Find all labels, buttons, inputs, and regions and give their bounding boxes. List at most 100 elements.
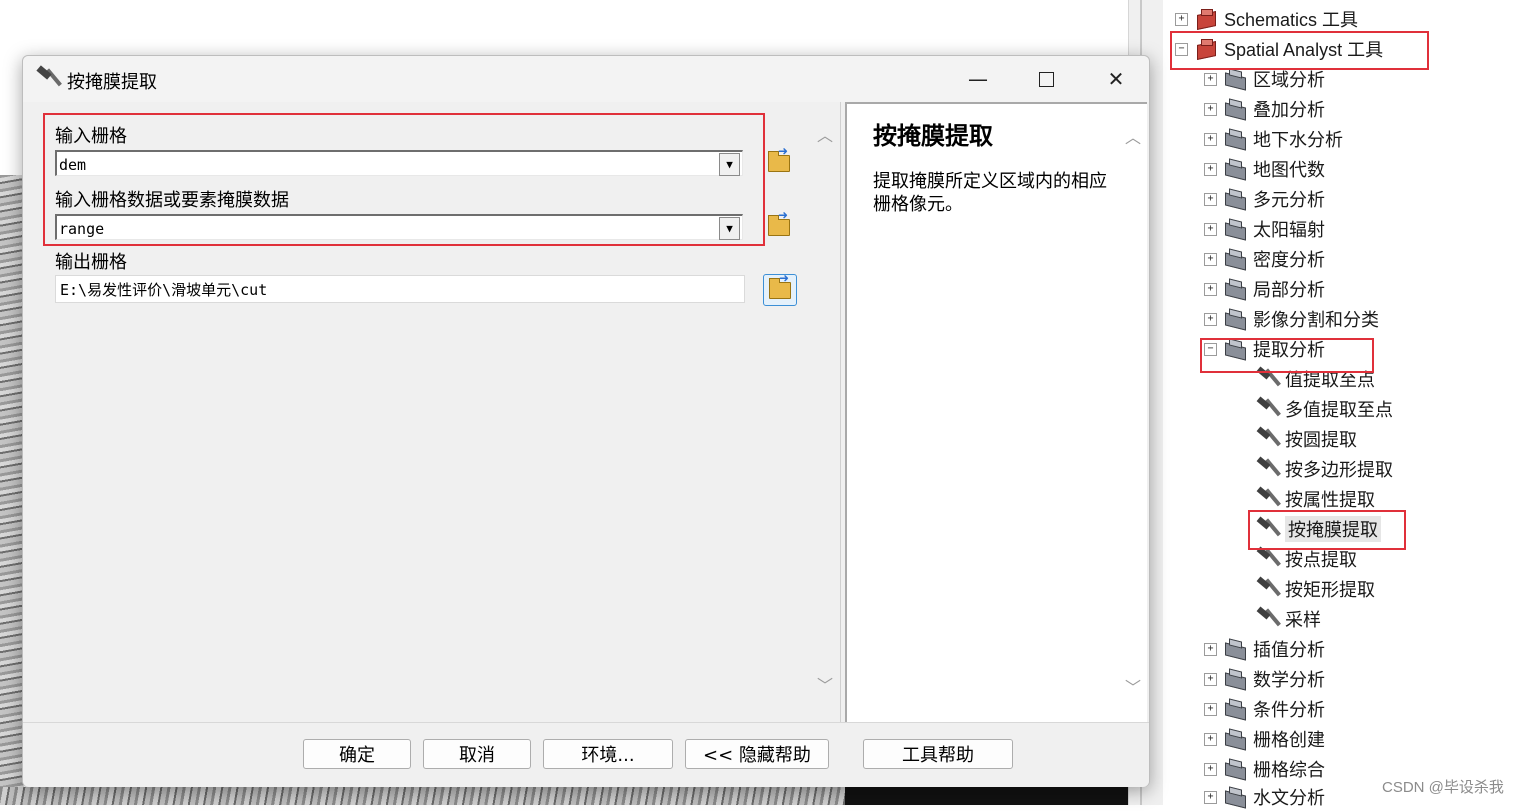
tree-tool[interactable]: 按多边形提取 <box>1255 454 1393 484</box>
folder-icon <box>769 271 791 299</box>
tree-item-label: 按属性提取 <box>1285 490 1375 511</box>
folder-icon <box>768 144 790 172</box>
tree-item-label: 叠加分析 <box>1253 100 1325 121</box>
toolset-icon <box>1223 729 1247 749</box>
tree-toolset[interactable]: + 叠加分析 <box>1204 94 1325 124</box>
tree-item-label: 数学分析 <box>1253 670 1325 691</box>
hammer-icon <box>1255 398 1279 420</box>
toolset-icon <box>1223 129 1247 149</box>
toolset-icon <box>1223 787 1247 807</box>
minimize-button[interactable]: — <box>943 56 1013 102</box>
toolset-icon <box>1223 69 1247 89</box>
tree-item-label: 按矩形提取 <box>1285 580 1375 601</box>
tree-item-label: 局部分析 <box>1253 280 1325 301</box>
toolset-icon <box>1223 99 1247 119</box>
tree-toolset[interactable]: + 插值分析 <box>1204 634 1325 664</box>
tree-toolset[interactable]: + 局部分析 <box>1204 274 1325 304</box>
map-background <box>0 175 24 805</box>
title-bar[interactable]: 按掩膜提取 — ✕ <box>23 56 1149 102</box>
toolset-icon <box>1223 219 1247 239</box>
hide-help-button[interactable]: << 隐藏帮助 <box>685 739 829 769</box>
expand-icon[interactable]: + <box>1204 192 1217 206</box>
tree-toolset[interactable]: + 地下水分析 <box>1204 124 1343 154</box>
arctoolbox-tree: + Schematics 工具 − Spatial Analyst 工具 + 区域… <box>1163 0 1535 809</box>
tree-item-label: 插值分析 <box>1253 640 1325 661</box>
tree-toolset[interactable]: + 多元分析 <box>1204 184 1325 214</box>
help-text: 提取掩膜所定义区域内的相应栅格像元。 <box>873 171 1107 215</box>
annotation-box-extract-by-mask <box>1248 510 1406 550</box>
hammer-icon <box>1255 428 1279 450</box>
tree-toolset[interactable]: + 栅格创建 <box>1204 724 1325 754</box>
tree-tool[interactable]: 多值提取至点 <box>1255 394 1393 424</box>
expand-icon[interactable]: + <box>1204 282 1217 296</box>
expand-icon[interactable]: + <box>1204 790 1217 804</box>
tree-item-label: 采样 <box>1285 610 1321 631</box>
expand-icon[interactable]: + <box>1204 102 1217 116</box>
tree-item-label: Schematics 工具 <box>1224 10 1359 30</box>
help-scroll-up-icon[interactable]: ︿ <box>1125 124 1141 148</box>
maximize-button[interactable] <box>1011 56 1081 102</box>
hammer-icon <box>1255 578 1279 600</box>
expand-icon[interactable]: + <box>1204 312 1217 326</box>
cancel-button[interactable]: 取消 <box>423 739 531 769</box>
ok-button[interactable]: 确定 <box>303 739 411 769</box>
tree-toolset[interactable]: + 密度分析 <box>1204 244 1325 274</box>
toolset-icon <box>1223 279 1247 299</box>
tree-toolset[interactable]: + 太阳辐射 <box>1204 214 1325 244</box>
map-background-bottom <box>0 787 845 805</box>
tree-tool[interactable]: 采样 <box>1255 604 1321 634</box>
expand-icon[interactable]: + <box>1204 222 1217 236</box>
tree-item-label: 地图代数 <box>1253 160 1325 181</box>
tool-dialog: 按掩膜提取 — ✕ 输入栅格 dem ▼ 输入栅格数据或要素掩膜数据 range… <box>22 55 1150 787</box>
browse-output-raster-button[interactable] <box>763 271 797 306</box>
expand-icon[interactable]: + <box>1204 732 1217 746</box>
toolset-icon <box>1223 159 1247 179</box>
expand-icon[interactable]: + <box>1204 132 1217 146</box>
scroll-up-icon[interactable]: ︿ <box>817 122 833 146</box>
tree-tool[interactable]: 按矩形提取 <box>1255 574 1375 604</box>
toolset-icon <box>1223 699 1247 719</box>
output-raster-input[interactable]: E:\易发性评价\滑坡单元\cut <box>55 275 745 303</box>
tree-item-label: 水文分析 <box>1253 788 1325 809</box>
expand-icon[interactable]: + <box>1175 12 1188 26</box>
tree-item-label: 影像分割和分类 <box>1253 310 1379 331</box>
close-button[interactable]: ✕ <box>1081 56 1151 102</box>
expand-icon[interactable]: + <box>1204 162 1217 176</box>
environments-button[interactable]: 环境... <box>543 739 673 769</box>
dialog-title: 按掩膜提取 <box>67 72 157 93</box>
toolset-icon <box>1223 189 1247 209</box>
tree-toolset[interactable]: + 数学分析 <box>1204 664 1325 694</box>
tree-toolset[interactable]: + 栅格综合 <box>1204 754 1325 784</box>
expand-icon[interactable]: + <box>1204 702 1217 716</box>
tree-toolset[interactable]: + 影像分割和分类 <box>1204 304 1379 334</box>
expand-icon[interactable]: + <box>1204 72 1217 86</box>
tree-toolset[interactable]: + 地图代数 <box>1204 154 1325 184</box>
expand-icon[interactable]: + <box>1204 642 1217 656</box>
tree-item-label: 栅格综合 <box>1253 760 1325 781</box>
hammer-icon <box>1255 488 1279 510</box>
toolset-icon <box>1223 639 1247 659</box>
expand-icon[interactable]: + <box>1204 252 1217 266</box>
tree-tool[interactable]: 按圆提取 <box>1255 424 1357 454</box>
tree-toolset[interactable]: + 水文分析 <box>1204 782 1325 812</box>
expand-icon[interactable]: + <box>1204 672 1217 686</box>
tree-toolset[interactable]: + 条件分析 <box>1204 694 1325 724</box>
tree-item-label: 地下水分析 <box>1253 130 1343 151</box>
help-scroll-down-icon[interactable]: ﹀ <box>1125 674 1141 698</box>
annotation-box-extraction <box>1200 338 1374 373</box>
hammer-icon <box>1255 608 1279 630</box>
toolset-icon <box>1223 759 1247 779</box>
tree-item-schematics[interactable]: + Schematics 工具 <box>1175 4 1358 34</box>
toolbox-icon <box>1194 9 1218 29</box>
maximize-icon <box>1038 71 1054 87</box>
tree-item-label: 按圆提取 <box>1285 430 1357 451</box>
browse-mask-data-button[interactable] <box>763 208 795 242</box>
scroll-down-icon[interactable]: ﹀ <box>817 672 833 696</box>
tree-item-label: 太阳辐射 <box>1253 220 1325 241</box>
tool-help-button[interactable]: 工具帮助 <box>863 739 1013 769</box>
browse-input-raster-button[interactable] <box>763 144 795 178</box>
expand-icon[interactable]: + <box>1204 762 1217 776</box>
button-bar: 确定 取消 环境... << 隐藏帮助 工具帮助 <box>23 722 1149 787</box>
tree-item-label: 按多边形提取 <box>1285 460 1393 481</box>
help-pane: 按掩膜提取 提取掩膜所定义区域内的相应栅格像元。 ︿ ﹀ <box>845 102 1147 724</box>
